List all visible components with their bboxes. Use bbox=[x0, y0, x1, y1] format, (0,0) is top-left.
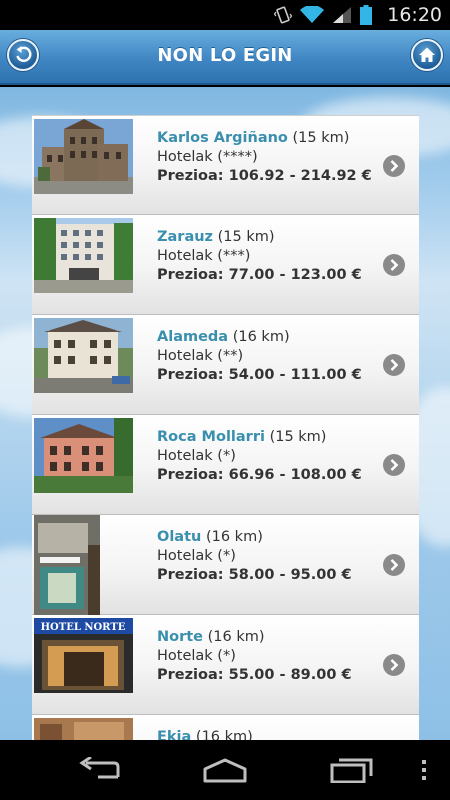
nav-menu-icon bbox=[422, 760, 426, 780]
hotel-price: Prezioa: 77.00 - 123.00 € bbox=[157, 267, 362, 283]
hotel-photo bbox=[34, 218, 133, 293]
status-icons bbox=[274, 5, 372, 25]
hotel-name: Olatu bbox=[157, 529, 202, 545]
hotel-photo bbox=[34, 119, 133, 194]
chevron-right-icon bbox=[390, 659, 399, 671]
hotel-category: Hotelak (****) bbox=[157, 149, 258, 165]
nav-back-button[interactable] bbox=[74, 752, 126, 788]
row-chevron[interactable] bbox=[383, 454, 405, 476]
hotel-distance: (15 km) bbox=[269, 429, 327, 445]
list-item[interactable]: Roca Mollarri (15 km) Hotelak (*) Prezio… bbox=[32, 415, 419, 515]
hotel-category: Hotelak (***) bbox=[157, 248, 251, 264]
hotel-distance: (16 km) bbox=[232, 329, 290, 345]
hotel-distance: (16 km) bbox=[195, 729, 253, 740]
list-item[interactable]: Alameda (16 km) Hotelak (**) Prezioa: 54… bbox=[32, 315, 419, 415]
nav-back-icon bbox=[79, 757, 120, 779]
row-chevron[interactable] bbox=[383, 654, 405, 676]
hotel-category: Hotelak (**) bbox=[157, 348, 244, 364]
nav-recents-button[interactable] bbox=[326, 752, 378, 788]
hotel-distance: (15 km) bbox=[292, 130, 350, 146]
hotel-name: Roca Mollarri bbox=[157, 429, 265, 445]
chevron-right-icon bbox=[390, 459, 399, 471]
battery-icon bbox=[360, 5, 372, 25]
wifi-icon bbox=[300, 6, 324, 23]
home-button[interactable] bbox=[411, 39, 443, 71]
chevron-right-icon bbox=[390, 160, 399, 172]
hotel-info: Roca Mollarri (15 km) Hotelak (*) Prezio… bbox=[157, 428, 379, 485]
hotel-info: Alameda (16 km) Hotelak (**) Prezioa: 54… bbox=[157, 328, 379, 385]
list-item[interactable]: Zarauz (15 km) Hotelak (***) Prezioa: 77… bbox=[32, 215, 419, 315]
hotel-category: Hotelak (*) bbox=[157, 448, 236, 464]
hotel-photo: HOTEL NORTE bbox=[34, 618, 133, 693]
hotel-price: Prezioa: 106.92 - 214.92 € bbox=[157, 168, 372, 184]
hotel-name: Alameda bbox=[157, 329, 229, 345]
status-bar: 16:20 bbox=[0, 0, 450, 30]
system-nav-bar bbox=[0, 740, 450, 800]
row-chevron[interactable] bbox=[383, 155, 405, 177]
chevron-right-icon bbox=[390, 259, 399, 271]
hotel-sign: HOTEL NORTE bbox=[41, 622, 126, 633]
hotel-name: Karlos Argiñano bbox=[157, 130, 288, 146]
hotel-name: Zarauz bbox=[157, 229, 213, 245]
hotel-price: Prezioa: 54.00 - 111.00 € bbox=[157, 367, 362, 383]
list-item[interactable]: Olatu (16 km) Hotelak (*) Prezioa: 58.00… bbox=[32, 515, 419, 615]
hotel-distance: (15 km) bbox=[217, 229, 275, 245]
status-time: 16:20 bbox=[387, 4, 442, 26]
hotel-price: Prezioa: 58.00 - 95.00 € bbox=[157, 567, 352, 583]
list-item[interactable]: Ekia (16 km) bbox=[32, 715, 419, 740]
hotel-photo bbox=[34, 418, 133, 493]
nav-home-button[interactable] bbox=[199, 752, 251, 788]
chevron-right-icon bbox=[390, 359, 399, 371]
hotel-info: Olatu (16 km) Hotelak (*) Prezioa: 58.00… bbox=[157, 528, 379, 585]
vibrate-icon bbox=[274, 6, 292, 24]
row-chevron[interactable] bbox=[383, 254, 405, 276]
hotel-info: Norte (16 km) Hotelak (*) Prezioa: 55.00… bbox=[157, 628, 379, 685]
hotel-info: Ekia (16 km) bbox=[157, 728, 379, 740]
row-chevron[interactable] bbox=[383, 554, 405, 576]
hotel-list: Karlos Argiñano (15 km) Hotelak (****) P… bbox=[32, 115, 419, 740]
page-title: NON LO EGIN bbox=[157, 45, 293, 66]
nav-home-icon bbox=[203, 758, 247, 783]
home-icon bbox=[419, 47, 435, 62]
hotel-category: Hotelak (*) bbox=[157, 648, 236, 664]
hotel-name: Ekia bbox=[157, 729, 192, 740]
hotel-name: Norte bbox=[157, 629, 204, 645]
hotel-info: Karlos Argiñano (15 km) Hotelak (****) P… bbox=[157, 129, 379, 186]
list-item[interactable]: HOTEL NORTE Norte (16 km) Hotelak (*) Pr… bbox=[32, 615, 419, 715]
nav-menu-button[interactable] bbox=[414, 752, 434, 788]
hotel-list-screen[interactable]: Karlos Argiñano (15 km) Hotelak (****) P… bbox=[0, 87, 450, 740]
hotel-distance: (16 km) bbox=[205, 529, 263, 545]
signal-icon bbox=[333, 7, 351, 23]
app-header: NON LO EGIN bbox=[0, 30, 450, 85]
hotel-photo bbox=[34, 318, 133, 393]
hotel-price: Prezioa: 55.00 - 89.00 € bbox=[157, 667, 352, 683]
hotel-info: Zarauz (15 km) Hotelak (***) Prezioa: 77… bbox=[157, 228, 379, 285]
hotel-photo bbox=[34, 515, 100, 615]
chevron-right-icon bbox=[390, 559, 399, 571]
hotel-distance: (16 km) bbox=[207, 629, 265, 645]
list-item[interactable]: Karlos Argiñano (15 km) Hotelak (****) P… bbox=[32, 115, 419, 215]
hotel-category: Hotelak (*) bbox=[157, 548, 236, 564]
nav-recents-icon bbox=[330, 758, 373, 783]
hotel-photo bbox=[34, 718, 133, 740]
hotel-price: Prezioa: 66.96 - 108.00 € bbox=[157, 467, 362, 483]
row-chevron[interactable] bbox=[383, 354, 405, 376]
